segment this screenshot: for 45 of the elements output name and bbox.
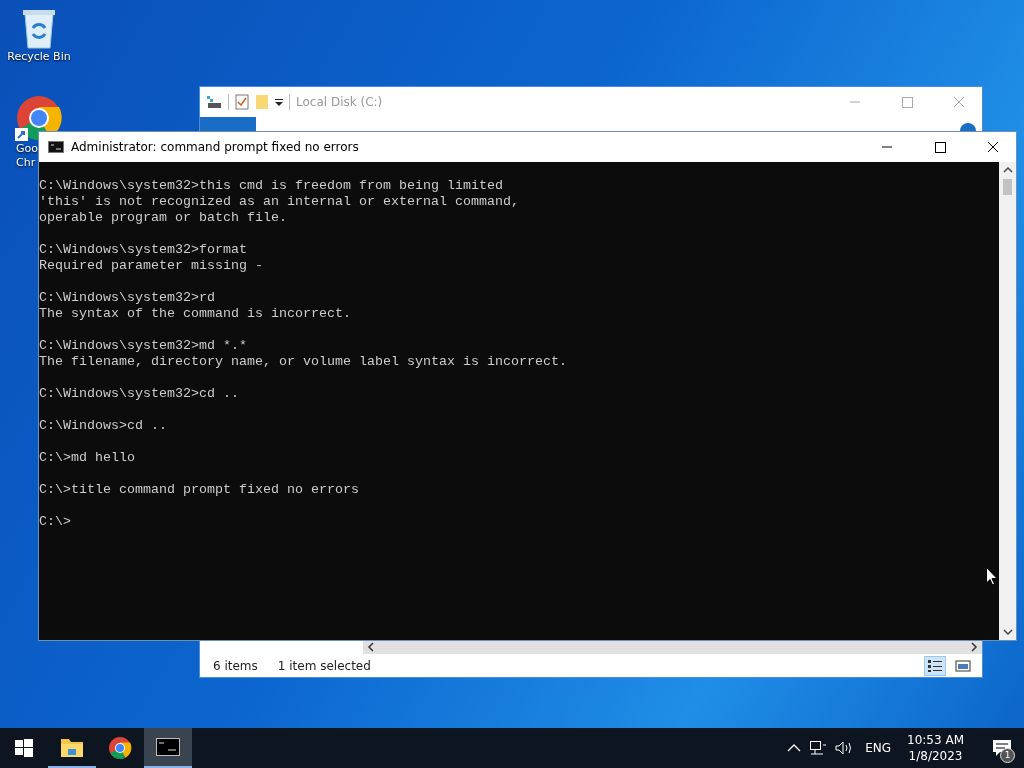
chevron-up-icon[interactable] — [787, 743, 802, 753]
clock[interactable]: 10:53 AM 1/8/2023 — [907, 732, 964, 764]
scroll-up-icon[interactable] — [1002, 165, 1013, 175]
language-indicator[interactable]: ENG — [865, 741, 892, 755]
console-line: C:\Windows\system32>format — [39, 242, 248, 258]
console-line: C:\Windows\system32>rd — [39, 290, 216, 306]
folder-icon — [60, 736, 84, 758]
properties-icon[interactable] — [235, 94, 249, 110]
console-line: 'this' is not recognized as an internal or external command, — [39, 194, 520, 210]
icon-label: Goo — [16, 142, 38, 156]
icon-label: Recycle Bin — [7, 50, 71, 64]
console-line: operable program or batch file. — [39, 210, 288, 226]
console-line: C:\Windows\system32>md *.* — [39, 338, 248, 354]
window-title: Local Disk (C:) — [296, 95, 383, 109]
terminal-icon — [156, 738, 180, 756]
vertical-scrollbar[interactable] — [999, 162, 1016, 640]
console-line: C:\>md hello — [39, 450, 136, 466]
scroll-down-icon[interactable] — [1002, 627, 1013, 637]
terminal-icon — [48, 141, 64, 153]
dropdown-icon[interactable] — [275, 98, 283, 106]
cmd-taskbar-button[interactable] — [144, 728, 192, 768]
window-title: Administrator: command prompt fixed no errors — [71, 140, 359, 154]
console-line: The syntax of the command is incorrect. — [39, 306, 352, 322]
drive-icon — [206, 95, 222, 109]
console-line: C:\Windows>cd .. — [39, 418, 168, 434]
console-line: C:\>title command prompt fixed no errors — [39, 482, 360, 498]
console-line: Required parameter missing - — [39, 258, 264, 274]
help-icon[interactable] — [960, 122, 976, 131]
details-view-button[interactable] — [924, 655, 946, 676]
mouse-cursor-icon — [986, 567, 998, 586]
console-line: C:\Windows\system32>this cmd is freedom from being limited — [39, 178, 504, 194]
notification-count-badge: 1 — [1000, 748, 1015, 763]
console-line: The filename, directory name, or volume label syntax is incorrect. — [39, 354, 568, 370]
scroll-right-icon[interactable] — [969, 642, 979, 652]
scroll-thumb[interactable] — [1003, 179, 1012, 195]
windows-logo-icon — [15, 739, 33, 757]
scroll-left-icon[interactable] — [366, 642, 376, 652]
status-text: 1 item selected — [277, 658, 371, 673]
speaker-icon[interactable] — [835, 740, 854, 756]
icon-label: Chr — [16, 156, 36, 170]
console-line: C:\Windows\system32>cd .. — [39, 386, 240, 402]
console-line: C:\> — [39, 514, 72, 530]
network-icon[interactable] — [809, 740, 828, 756]
status-text: 6 items — [213, 658, 258, 673]
chrome-icon — [108, 736, 132, 760]
